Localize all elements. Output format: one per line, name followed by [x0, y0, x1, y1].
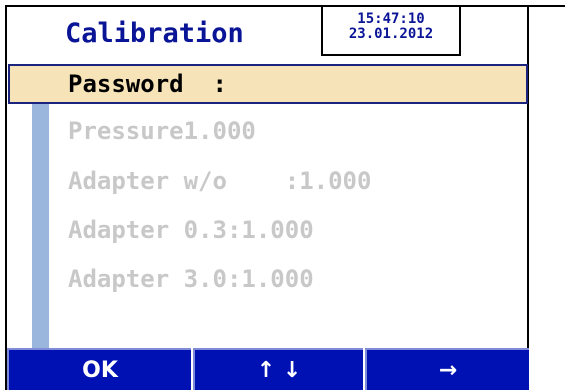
- up-down-button[interactable]: ↑ ↓: [193, 348, 363, 390]
- next-button[interactable]: →: [365, 348, 529, 390]
- menu-item-password[interactable]: Password :: [8, 64, 528, 104]
- clock-date: 23.01.2012: [348, 26, 434, 42]
- ok-button-label: OK: [82, 358, 118, 383]
- page-title: Calibration: [65, 18, 244, 49]
- menu-item-adapter-3-0[interactable]: Adapter 3.0:1.000: [68, 265, 314, 293]
- menu-item-password-label: Password :: [68, 70, 227, 98]
- softkey-bar: OK ↑ ↓ →: [7, 348, 529, 390]
- menu-item-pressure[interactable]: Pressure1.000: [68, 117, 256, 145]
- ok-button[interactable]: OK: [7, 348, 191, 390]
- clock-time: 15:47:10: [357, 11, 425, 27]
- device-screen: [5, 5, 529, 390]
- right-arrow-icon: →: [438, 358, 458, 383]
- top-rule: [529, 5, 565, 7]
- clock-display: 15:47:10 23.01.2012: [321, 7, 461, 56]
- menu-item-adapter-wo[interactable]: Adapter w/o :1.000: [68, 167, 371, 195]
- menu-item-adapter-0-3[interactable]: Adapter 0.3:1.000: [68, 216, 314, 244]
- up-down-arrows-icon: ↑ ↓: [256, 358, 302, 383]
- scroll-strip: [32, 104, 49, 348]
